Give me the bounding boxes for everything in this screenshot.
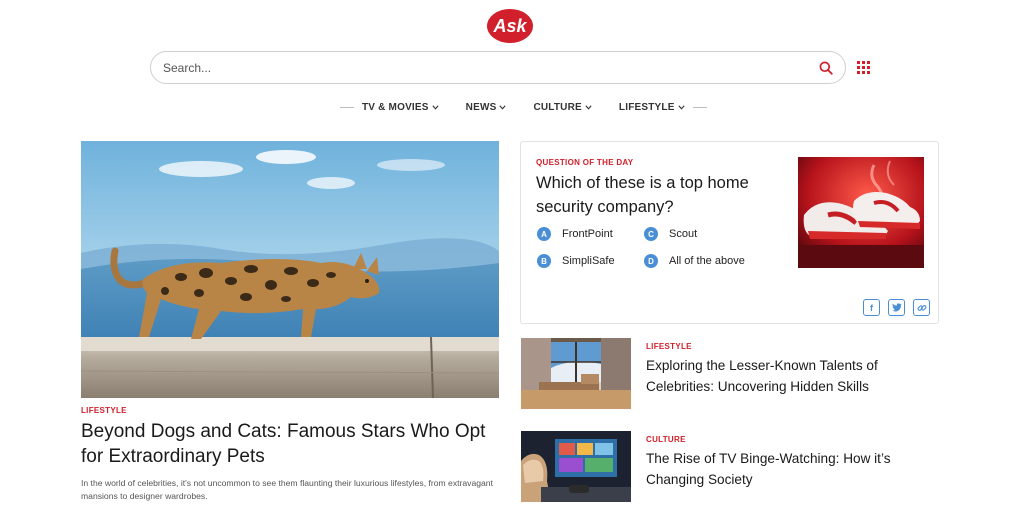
- option-label: All of the above: [669, 255, 745, 267]
- question-of-the-day-card: QUESTION OF THE DAY Which of these is a …: [520, 141, 939, 324]
- facebook-icon: f: [870, 302, 873, 313]
- option-label: Scout: [669, 228, 698, 240]
- option-label: FrontPoint: [562, 228, 613, 240]
- question-image: [798, 157, 924, 268]
- answer-option-b[interactable]: B SimpliSafe: [537, 254, 615, 268]
- nav-item-lifestyle[interactable]: LIFESTYLE: [619, 102, 685, 113]
- article-thumbnail[interactable]: [521, 431, 631, 502]
- option-letter-badge: B: [537, 254, 551, 268]
- option-letter-badge: C: [644, 227, 658, 241]
- nav-divider: [340, 106, 354, 108]
- article-title[interactable]: Exploring the Lesser-Known Talents of Ce…: [646, 355, 936, 397]
- nav-item-culture[interactable]: CULTURE: [533, 101, 592, 113]
- article-category[interactable]: LIFESTYLE: [646, 342, 692, 351]
- nav-item-label: CULTURE: [533, 101, 582, 113]
- option-letter-badge: A: [537, 227, 551, 241]
- feature-image[interactable]: [81, 141, 499, 398]
- article-category[interactable]: CULTURE: [646, 435, 686, 444]
- nav-item-label: NEWS: [465, 101, 497, 113]
- facebook-share-button[interactable]: f: [863, 299, 880, 316]
- ask-logo[interactable]: Ask: [486, 8, 534, 44]
- nav-divider: [692, 106, 707, 108]
- question-text: Which of these is a top home security co…: [536, 174, 749, 216]
- copy-link-button[interactable]: [913, 299, 930, 316]
- chevron-down-icon: [432, 104, 439, 110]
- feature-description: In the world of celebrities, it's not un…: [81, 478, 493, 501]
- article-title[interactable]: The Rise of TV Binge-Watching: How it’s …: [646, 448, 936, 490]
- nav-item-news[interactable]: NEWS: [466, 102, 507, 113]
- nav-item-label: LIFESTYLE: [618, 101, 675, 113]
- chevron-down-icon: [499, 104, 507, 110]
- search-input[interactable]: [163, 60, 817, 75]
- search-bar: [150, 51, 846, 84]
- search-icon: [819, 61, 833, 75]
- search-button[interactable]: [817, 59, 835, 77]
- logo-text: Ask: [492, 16, 527, 36]
- twitter-share-button[interactable]: [888, 299, 905, 316]
- main-nav: TV & MOVIES NEWS CULTURE LIFESTYLE: [340, 99, 707, 115]
- chevron-down-icon: [585, 104, 592, 110]
- feature-category[interactable]: LIFESTYLE: [81, 406, 127, 415]
- answer-option-a[interactable]: A FrontPoint: [537, 227, 613, 241]
- chevron-down-icon: [678, 104, 685, 110]
- twitter-icon: [891, 303, 902, 312]
- feature-title[interactable]: Beyond Dogs and Cats: Famous Stars Who O…: [81, 419, 501, 469]
- option-letter-badge: D: [644, 254, 658, 268]
- nav-item-label: TV & MOVIES: [362, 101, 429, 113]
- apps-grid-icon[interactable]: [857, 61, 870, 74]
- nav-item-tv-movies[interactable]: TV & MOVIES: [362, 102, 439, 113]
- option-label: SimpliSafe: [562, 255, 615, 267]
- link-icon: [917, 304, 926, 311]
- answer-option-d[interactable]: D All of the above: [644, 254, 745, 268]
- article-thumbnail[interactable]: [521, 338, 631, 409]
- question-kicker: QUESTION OF THE DAY: [536, 158, 634, 167]
- answer-option-c[interactable]: C Scout: [644, 227, 697, 241]
